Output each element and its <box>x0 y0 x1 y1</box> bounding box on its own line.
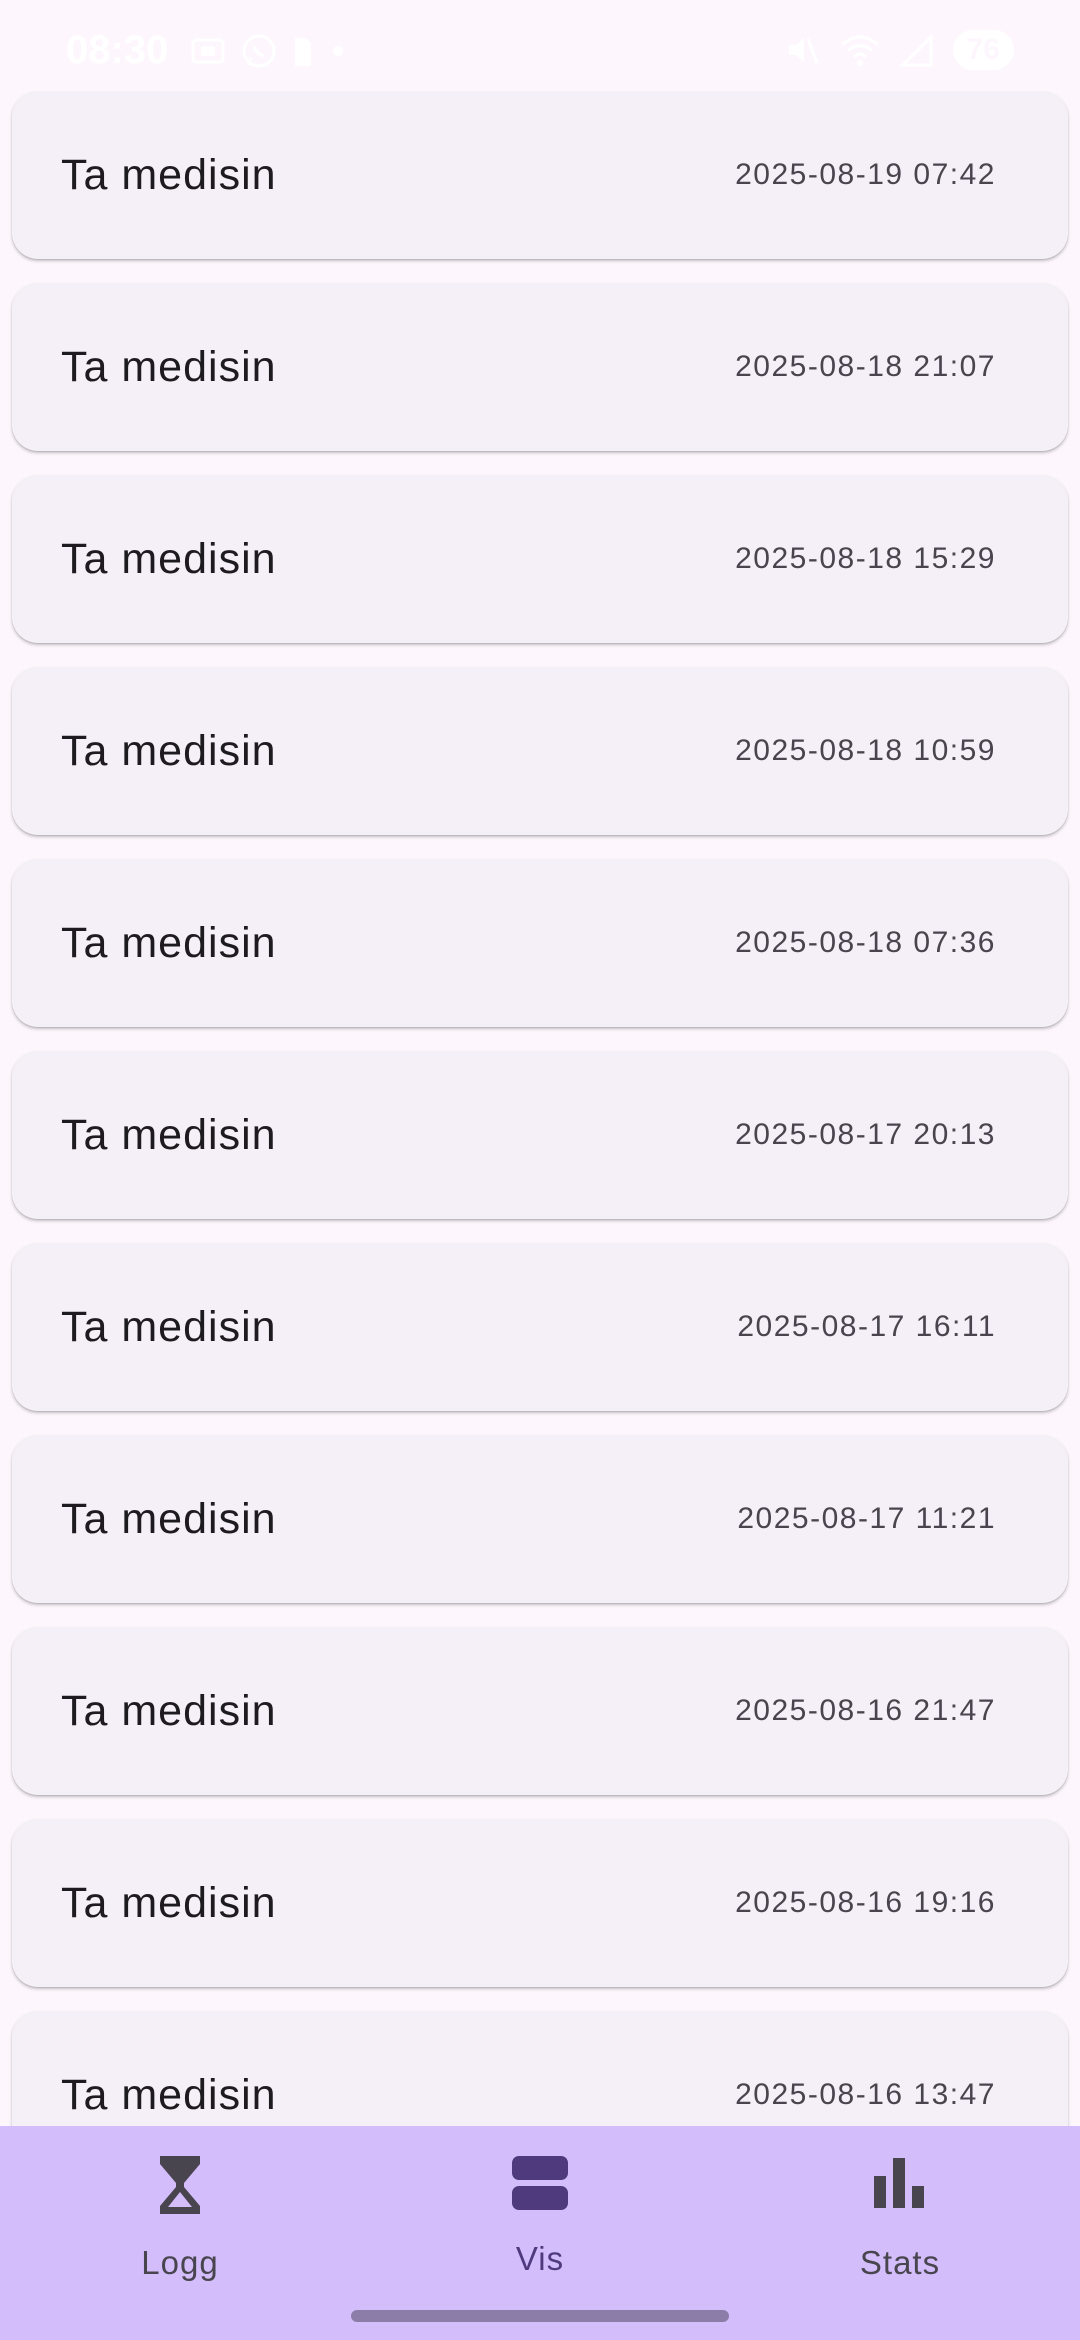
battery-indicator: 76 <box>952 30 1014 70</box>
entry-title: Ta medisin <box>61 2071 277 2119</box>
entry-title: Ta medisin <box>61 1879 277 1927</box>
nav-label-stats: Stats <box>859 2244 941 2281</box>
home-indicator[interactable] <box>351 2310 729 2322</box>
screenshot-icon <box>191 38 225 64</box>
entry-timestamp: 2025-08-16 19:16 <box>735 1886 996 1919</box>
entry-title: Ta medisin <box>61 1495 277 1543</box>
view-agenda-icon <box>512 2156 568 2210</box>
hourglass-icon <box>160 2156 200 2214</box>
entry-timestamp: 2025-08-17 11:21 <box>737 1502 996 1535</box>
entry-timestamp: 2025-08-18 10:59 <box>735 734 996 767</box>
entry-timestamp: 2025-08-16 21:47 <box>735 1694 996 1727</box>
bar-chart-icon <box>874 2158 924 2208</box>
entry-timestamp: 2025-08-18 21:07 <box>735 350 996 383</box>
entry-timestamp: 2025-08-18 07:36 <box>735 926 996 959</box>
log-entry-card[interactable]: Ta medisin 2025-08-16 19:16 <box>12 1819 1068 1987</box>
status-notification-icons <box>190 32 348 70</box>
signal-icon <box>899 33 933 67</box>
entry-timestamp: 2025-08-19 07:42 <box>735 158 996 191</box>
entry-timestamp: 2025-08-18 15:29 <box>735 542 996 575</box>
log-entry-card[interactable]: Ta medisin 2025-08-19 07:42 <box>12 91 1068 259</box>
entry-timestamp: 2025-08-17 20:13 <box>735 1118 996 1151</box>
log-entry-card[interactable]: Ta medisin 2025-08-17 11:21 <box>12 1435 1068 1603</box>
entry-title: Ta medisin <box>61 343 277 391</box>
dot-icon <box>333 46 343 56</box>
entry-title: Ta medisin <box>61 1687 277 1735</box>
log-entry-card[interactable]: Ta medisin 2025-08-17 20:13 <box>12 1051 1068 1219</box>
entry-timestamp: 2025-08-17 16:11 <box>737 1310 996 1343</box>
log-entry-card[interactable]: Ta medisin 2025-08-18 15:29 <box>12 475 1068 643</box>
nav-item-logg[interactable]: Logg <box>0 2126 360 2340</box>
nav-item-stats[interactable]: Stats <box>720 2126 1080 2340</box>
log-entry-card[interactable]: Ta medisin 2025-08-16 13:47 <box>12 2011 1068 2126</box>
log-entry-card[interactable]: Ta medisin 2025-08-18 21:07 <box>12 283 1068 451</box>
entry-title: Ta medisin <box>61 919 277 967</box>
log-entry-card[interactable]: Ta medisin 2025-08-18 07:36 <box>12 859 1068 1027</box>
wifi-icon <box>840 35 879 66</box>
whatsapp-icon <box>242 34 276 68</box>
log-entry-card[interactable]: Ta medisin 2025-08-17 16:11 <box>12 1243 1068 1411</box>
log-list[interactable]: Ta medisin 2025-08-19 07:42 Ta medisin 2… <box>0 91 1080 2126</box>
entry-title: Ta medisin <box>61 1303 277 1351</box>
nav-label-logg: Logg <box>141 2244 219 2281</box>
entry-title: Ta medisin <box>61 1111 277 1159</box>
entry-timestamp: 2025-08-16 13:47 <box>735 2078 996 2111</box>
status-bar: 08:30 76 <box>0 0 1080 96</box>
mute-icon <box>788 38 819 64</box>
bottom-navigation: Logg Vis Stats <box>0 2126 1080 2340</box>
nav-label-vis: Vis <box>515 2240 565 2277</box>
log-entry-card[interactable]: Ta medisin 2025-08-16 21:47 <box>12 1627 1068 1795</box>
status-system-icons: 76 <box>783 30 1014 70</box>
sim-icon <box>295 38 311 66</box>
entry-title: Ta medisin <box>61 727 277 775</box>
status-time: 08:30 <box>66 28 169 72</box>
entry-title: Ta medisin <box>61 535 277 583</box>
log-entry-card[interactable]: Ta medisin 2025-08-18 10:59 <box>12 667 1068 835</box>
entry-title: Ta medisin <box>61 151 277 199</box>
nav-item-vis[interactable]: Vis <box>360 2126 720 2340</box>
